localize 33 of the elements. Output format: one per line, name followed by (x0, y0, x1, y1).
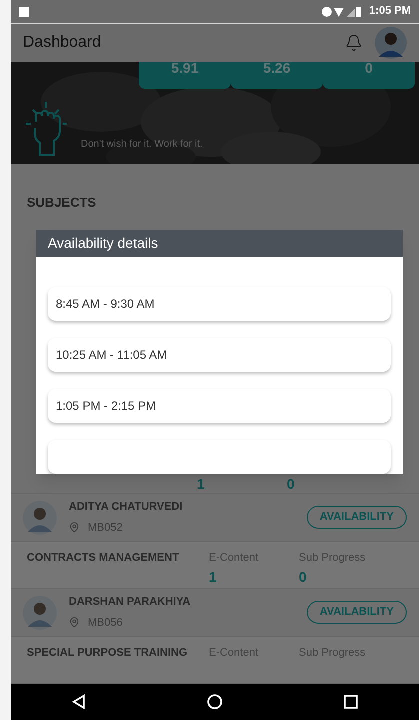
bell-icon[interactable] (345, 34, 363, 52)
banner-quote: Don't wish for it. Work for it. (81, 138, 203, 152)
dialog-title: Availability details (48, 234, 158, 253)
time-slot-text: 1:05 PM - 2:15 PM (56, 398, 156, 415)
sub-progress-value: 0 (299, 568, 308, 587)
section-title: SUBJECTS (26, 194, 98, 212)
status-time: 1:05 PM (369, 4, 411, 20)
time-slot-card[interactable]: 10:25 AM - 11:05 AM (48, 338, 391, 372)
fist-icon (23, 100, 69, 158)
profile-avatar-icon[interactable] (375, 26, 407, 59)
avatar-icon (23, 596, 57, 630)
stat-value: 0 (365, 62, 373, 78)
page-title: Dashboard (23, 32, 102, 53)
e-content-value: 1 (209, 568, 218, 587)
recents-icon[interactable] (344, 695, 358, 709)
location-icon (69, 617, 80, 628)
back-icon[interactable] (72, 694, 86, 710)
status-icons (321, 6, 362, 18)
stat-value: 5.26 (263, 62, 291, 78)
location-icon (69, 522, 80, 534)
subject-name: SPECIAL PURPOSE TRAINING (27, 646, 189, 662)
sub-progress-value: 0 (287, 474, 295, 494)
subject-name: CONTRACTS MANAGEMENT (27, 551, 180, 566)
home-icon[interactable] (206, 694, 223, 710)
stat-value: 5.91 (171, 62, 199, 78)
e-content-value: 1 (197, 474, 206, 494)
time-slot-card[interactable]: 1:05 PM - 2:15 PM (48, 389, 391, 423)
time-slot-text: 8:45 AM - 9:30 AM (56, 296, 155, 313)
teacher-name: ADITYA CHATURVEDI (69, 500, 184, 516)
time-slot-card[interactable]: 8:45 AM - 9:30 AM (48, 287, 391, 321)
time-slot-text: 10:25 AM - 11:05 AM (56, 347, 168, 364)
teacher-name: DARSHAN PARAKHIYA (69, 595, 192, 610)
avatar-icon (23, 500, 57, 535)
